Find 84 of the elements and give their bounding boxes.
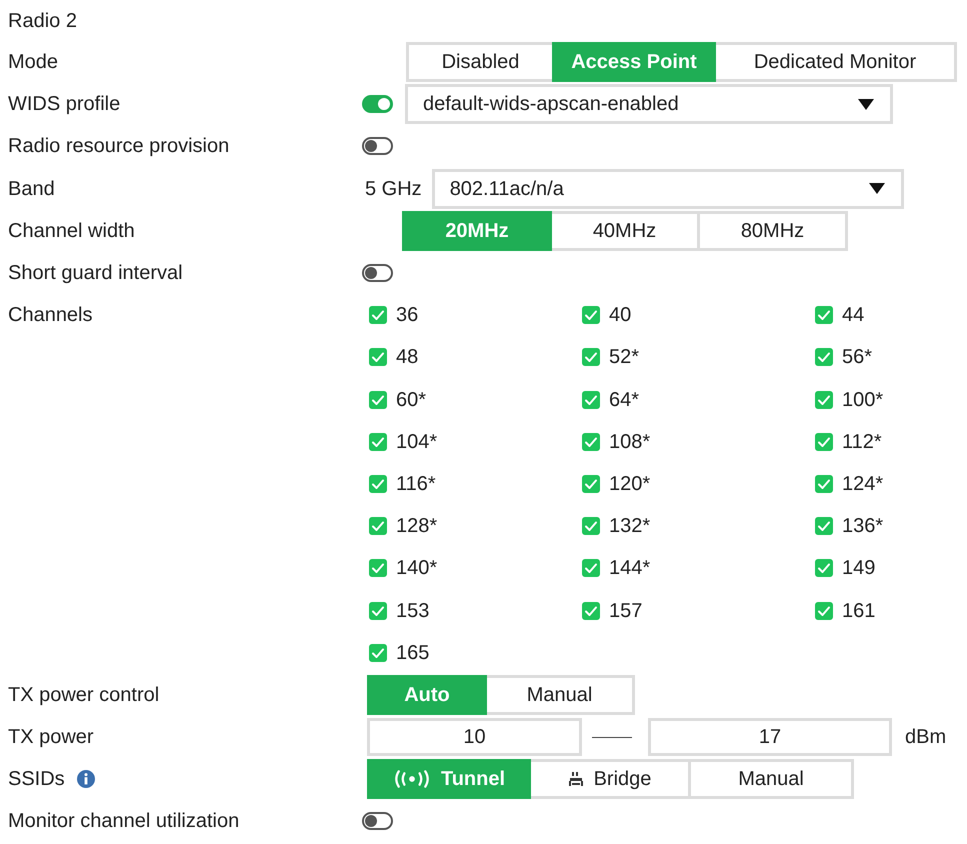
channel-label: 64* [609,388,640,413]
checkbox[interactable] [582,602,600,620]
section-title: Radio 2 [8,8,77,34]
checkbox[interactable] [369,390,387,409]
checkbox[interactable] [369,559,387,578]
field-label: Monitor channel utilization [8,809,240,834]
channel-label: 48 [396,345,418,370]
field-label: Mode [8,50,58,76]
segment-tab[interactable]: Manual [484,674,635,715]
field-label: WIDS profile [8,92,120,118]
channel-label: 60* [396,388,426,413]
toggle-switch[interactable] [362,812,393,830]
checkbox[interactable] [369,432,387,451]
field-label: Short guard interval [8,261,183,286]
unit-label: dBm [905,725,946,750]
channel-label: 108* [609,430,650,455]
segment-tab[interactable]: Dedicated Monitor [713,42,957,82]
segment-tab[interactable]: 40MHz [549,210,700,251]
channel-label: 56* [842,345,872,370]
wireless-icon [392,769,431,790]
device-icon [568,772,584,786]
checkbox[interactable] [369,517,387,536]
dropdown[interactable]: default-wids-apscan-enabled [405,84,893,124]
field-label: Band [8,176,55,202]
info-icon[interactable] [76,770,95,788]
field-label: TX power [8,725,94,750]
channel-label: 153 [396,598,430,624]
checkbox[interactable] [369,474,387,493]
field-label: Channel width [8,218,135,244]
checkbox[interactable] [582,348,600,366]
checkbox[interactable] [815,517,833,536]
input-field[interactable]: 17 [648,718,892,756]
channel-label: 161 [842,598,876,624]
toggle-switch[interactable] [362,95,393,114]
input-field[interactable]: 10 [367,718,582,756]
segment-tab[interactable]: Disabled [406,42,555,82]
checkbox[interactable] [369,602,387,620]
channel-label: 136* [842,514,884,540]
checkbox[interactable] [815,306,833,324]
channel-label: 52* [609,345,640,370]
checkbox[interactable] [369,348,387,366]
checkbox[interactable] [815,348,833,366]
checkbox[interactable] [582,306,600,324]
channel-label: 120* [609,472,650,497]
field-label: TX power control [8,682,160,708]
field-label: Radio resource provision [8,134,230,160]
channel-label: 140* [396,556,438,582]
band-prefix: 5 GHz [365,176,422,202]
toggle-switch[interactable] [362,264,393,282]
channel-label: 36 [396,303,418,328]
channel-label: 144* [609,556,650,582]
channel-label: 104* [396,430,438,455]
field-label: SSIDs [8,767,65,792]
channel-label: 157 [609,598,642,624]
checkbox[interactable] [815,559,833,578]
channel-label: 132* [609,514,650,540]
checkbox[interactable] [582,559,600,578]
toggle-switch[interactable] [362,137,393,156]
field-label: Channels [8,303,93,328]
channel-label: 165 [396,640,430,666]
checkbox[interactable] [815,602,833,620]
checkbox[interactable] [582,390,600,409]
caret-icon [858,98,874,110]
channel-label: 116* [396,472,436,497]
checkbox[interactable] [582,517,600,536]
checkbox[interactable] [582,432,600,451]
segment-tab[interactable]: Bridge [528,759,691,800]
channel-label: 128* [396,514,438,540]
channel-label: 100* [842,388,884,413]
channel-label: 124* [842,472,884,497]
checkbox[interactable] [815,390,833,409]
caret-icon [868,183,885,194]
channel-label: 149 [842,556,876,582]
checkbox[interactable] [815,474,833,493]
checkbox[interactable] [815,432,833,451]
channel-label: 44 [842,303,864,328]
checkbox[interactable] [369,306,387,324]
channel-label: 112* [842,430,882,455]
segment-tab[interactable]: Manual [688,759,854,800]
checkbox[interactable] [582,474,600,493]
channel-label: 40 [609,303,632,328]
segment-tab[interactable]: 80MHz [697,210,848,251]
checkbox[interactable] [369,644,387,662]
dropdown[interactable]: 802.11ac/n/a [432,168,904,209]
